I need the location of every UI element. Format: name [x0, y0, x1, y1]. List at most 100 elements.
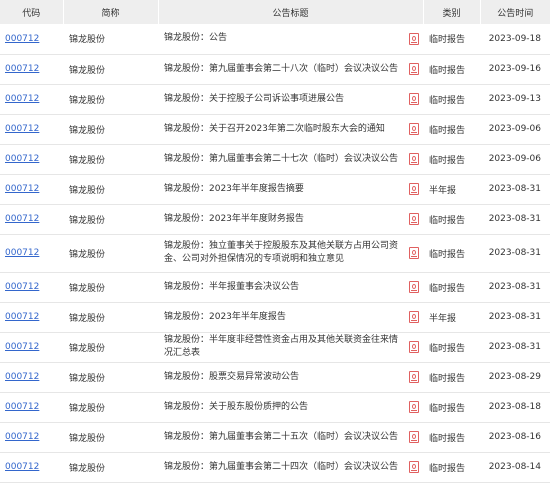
code-cell: 000712	[0, 204, 63, 235]
announcement-title[interactable]: 锦龙股份：2023年半年度报告	[158, 302, 405, 333]
table-row[interactable]: 000712 锦龙股份 锦龙股份：半年度非经营性资金占用及其他关联资金往来情况汇总表…	[0, 332, 550, 363]
stock-code-link[interactable]: 000712	[5, 342, 39, 352]
table-row[interactable]: 000712 锦龙股份 锦龙股份：关于股东股份质押的公告 临时报告 2023-08-18	[0, 392, 550, 423]
header-title[interactable]: 公告标题	[158, 0, 424, 24]
pdf-cell	[405, 204, 424, 235]
pdf-cell	[405, 84, 424, 115]
stock-code-link[interactable]: 000712	[5, 462, 39, 472]
pdf-cell	[405, 114, 424, 145]
pdf-icon[interactable]	[409, 281, 419, 293]
code-cell: 000712	[0, 114, 63, 145]
announcement-title[interactable]: 锦龙股份：第九届董事会第二十五次（临时）会议决议公告	[158, 422, 405, 453]
table-row[interactable]: 000712 锦龙股份 锦龙股份：第九届董事会第二十四次（临时）会议决议公告 临时报告…	[0, 452, 550, 483]
stock-name: 锦龙股份	[63, 272, 158, 303]
announcement-title[interactable]: 锦龙股份：公告	[158, 24, 405, 55]
table-row[interactable]: 000712 锦龙股份 锦龙股份：股票交易异常波动公告 临时报告 2023-08-29	[0, 362, 550, 393]
announcement-type: 半年报	[423, 302, 481, 333]
announcement-date: 2023-08-31	[480, 272, 550, 303]
announcement-type: 临时报告	[423, 392, 481, 423]
code-cell: 000712	[0, 84, 63, 115]
pdf-icon[interactable]	[409, 213, 419, 225]
announcement-title[interactable]: 锦龙股份：股票交易异常波动公告	[158, 362, 405, 393]
table-row[interactable]: 000712 锦龙股份 锦龙股份：公告 临时报告 2023-09-18	[0, 24, 550, 55]
stock-code-link[interactable]: 000712	[5, 34, 39, 44]
code-cell: 000712	[0, 452, 63, 483]
announcement-title[interactable]: 锦龙股份：半年报董事会决议公告	[158, 272, 405, 303]
table-row[interactable]: 000712 锦龙股份 锦龙股份：第九届董事会第二十五次（临时）会议决议公告 临时报告…	[0, 422, 550, 453]
pdf-cell	[405, 452, 424, 483]
announcement-type: 临时报告	[423, 24, 481, 55]
pdf-icon[interactable]	[409, 153, 419, 165]
table-row[interactable]: 000712 锦龙股份 锦龙股份：2023年半年度财务报告 临时报告 2023-08-3…	[0, 204, 550, 235]
announcement-type: 临时报告	[423, 362, 481, 393]
stock-code-link[interactable]: 000712	[5, 124, 39, 134]
stock-code-link[interactable]: 000712	[5, 432, 39, 442]
announcement-title[interactable]: 锦龙股份：半年度非经营性资金占用及其他关联资金往来情况汇总表	[158, 332, 405, 363]
announcement-title[interactable]: 锦龙股份：第九届董事会第二十七次（临时）会议决议公告	[158, 144, 405, 175]
table-row[interactable]: 000712 锦龙股份 锦龙股份：半年报董事会决议公告 临时报告 2023-08-31	[0, 272, 550, 303]
announcement-title[interactable]: 锦龙股份：关于股东股份质押的公告	[158, 392, 405, 423]
announcement-type: 临时报告	[423, 272, 481, 303]
stock-code-link[interactable]: 000712	[5, 94, 39, 104]
announcement-type: 临时报告	[423, 54, 481, 85]
stock-name: 锦龙股份	[63, 234, 158, 273]
pdf-icon[interactable]	[409, 341, 419, 353]
table-body: 000712 锦龙股份 锦龙股份：公告 临时报告 2023-09-18 000712 锦龙股…	[0, 24, 550, 483]
announcement-title[interactable]: 锦龙股份：2023年半年度报告摘要	[158, 174, 405, 205]
pdf-icon[interactable]	[409, 247, 419, 259]
table-row[interactable]: 000712 锦龙股份 锦龙股份：关于控股子公司诉讼事项进展公告 临时报告 2023-0…	[0, 84, 550, 115]
header-type[interactable]: 类别	[423, 0, 481, 24]
pdf-icon[interactable]	[409, 461, 419, 473]
announcement-title[interactable]: 锦龙股份：关于控股子公司诉讼事项进展公告	[158, 84, 405, 115]
stock-name: 锦龙股份	[63, 302, 158, 333]
pdf-cell	[405, 54, 424, 85]
announcement-date: 2023-08-31	[480, 234, 550, 273]
pdf-icon[interactable]	[409, 123, 419, 135]
stock-name: 锦龙股份	[63, 392, 158, 423]
announcement-date: 2023-08-31	[480, 174, 550, 205]
stock-code-link[interactable]: 000712	[5, 282, 39, 292]
pdf-cell	[405, 272, 424, 303]
announcement-title[interactable]: 锦龙股份：2023年半年度财务报告	[158, 204, 405, 235]
header-date[interactable]: 公告时间	[480, 0, 550, 24]
pdf-icon[interactable]	[409, 431, 419, 443]
table-row[interactable]: 000712 锦龙股份 锦龙股份：第九届董事会第二十八次（临时）会议决议公告 临时报告…	[0, 54, 550, 85]
pdf-icon[interactable]	[409, 93, 419, 105]
pdf-icon[interactable]	[409, 63, 419, 75]
stock-code-link[interactable]: 000712	[5, 214, 39, 224]
announcement-title[interactable]: 锦龙股份：第九届董事会第二十四次（临时）会议决议公告	[158, 452, 405, 483]
stock-code-link[interactable]: 000712	[5, 154, 39, 164]
stock-name: 锦龙股份	[63, 452, 158, 483]
pdf-icon[interactable]	[409, 32, 419, 45]
stock-code-link[interactable]: 000712	[5, 372, 39, 382]
announcement-title[interactable]: 锦龙股份：独立董事关于控股股东及其他关联方占用公司资金、公司对外担保情况的专项说…	[158, 234, 405, 273]
pdf-icon[interactable]	[409, 183, 419, 195]
table-row[interactable]: 000712 锦龙股份 锦龙股份：关于召开2023年第二次临时股东大会的通知 临时报告…	[0, 114, 550, 145]
stock-code-link[interactable]: 000712	[5, 402, 39, 412]
code-cell: 000712	[0, 422, 63, 453]
header-code[interactable]: 代码	[0, 0, 64, 24]
stock-name: 锦龙股份	[63, 144, 158, 175]
announcement-date: 2023-08-31	[480, 204, 550, 235]
table-header-row: 代码 简称 公告标题 类别 公告时间	[0, 0, 550, 24]
announcement-type: 临时报告	[423, 452, 481, 483]
stock-code-link[interactable]: 000712	[5, 248, 39, 258]
table-row[interactable]: 000712 锦龙股份 锦龙股份：独立董事关于控股股东及其他关联方占用公司资金、公司…	[0, 234, 550, 273]
announcement-type: 临时报告	[423, 422, 481, 453]
code-cell: 000712	[0, 144, 63, 175]
header-name[interactable]: 简称	[63, 0, 159, 24]
table-row[interactable]: 000712 锦龙股份 锦龙股份：第九届董事会第二十七次（临时）会议决议公告 临时报告…	[0, 144, 550, 175]
stock-code-link[interactable]: 000712	[5, 184, 39, 194]
pdf-icon[interactable]	[409, 401, 419, 413]
announcement-title[interactable]: 锦龙股份：关于召开2023年第二次临时股东大会的通知	[158, 114, 405, 145]
table-row[interactable]: 000712 锦龙股份 锦龙股份：2023年半年度报告摘要 半年报 2023-08-31	[0, 174, 550, 205]
pdf-icon[interactable]	[409, 311, 419, 323]
announcement-type: 临时报告	[423, 234, 481, 273]
stock-code-link[interactable]: 000712	[5, 312, 39, 322]
pdf-icon[interactable]	[409, 371, 419, 383]
code-cell: 000712	[0, 54, 63, 85]
stock-code-link[interactable]: 000712	[5, 64, 39, 74]
announcement-title[interactable]: 锦龙股份：第九届董事会第二十八次（临时）会议决议公告	[158, 54, 405, 85]
code-cell: 000712	[0, 24, 63, 55]
table-row[interactable]: 000712 锦龙股份 锦龙股份：2023年半年度报告 半年报 2023-08-31	[0, 302, 550, 333]
